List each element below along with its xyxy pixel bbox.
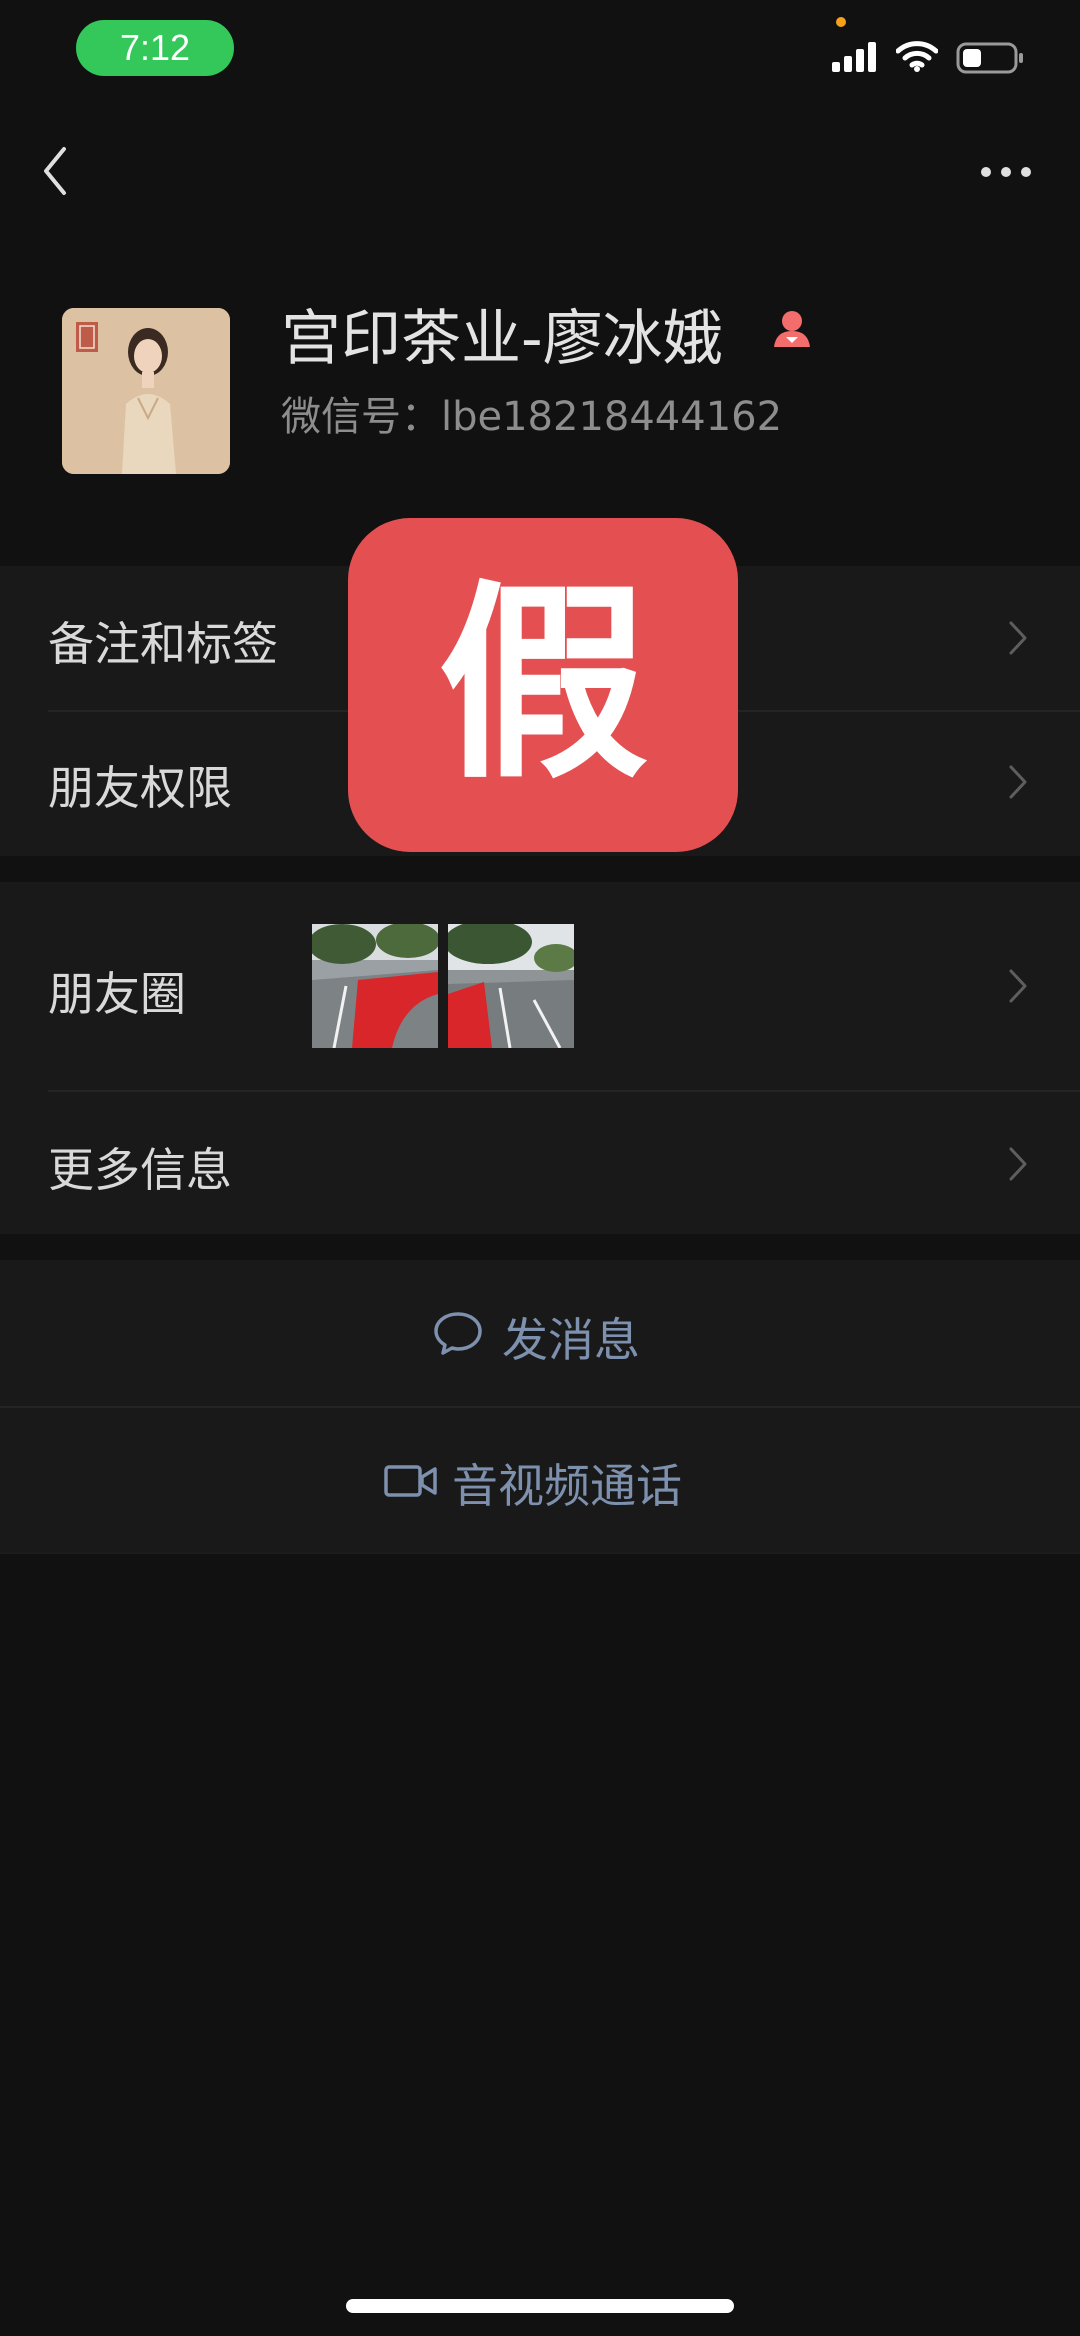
moments-label: 朋友圈 xyxy=(48,967,186,1021)
more-info-label: 更多信息 xyxy=(48,1143,232,1197)
status-bar: 7:12 xyxy=(0,0,1080,100)
video-camera-icon xyxy=(384,1465,437,1497)
status-time[interactable]: 7:12 xyxy=(76,20,234,76)
wifi-icon xyxy=(896,41,938,72)
fake-warning-stamp: 假 xyxy=(348,518,738,852)
moments-photo[interactable] xyxy=(312,924,438,1048)
cellular-signal-icon xyxy=(832,42,876,72)
battery-icon xyxy=(956,42,1023,74)
female-icon xyxy=(774,311,810,347)
moments-photo[interactable] xyxy=(448,924,574,1048)
street-barrier-photo xyxy=(448,924,574,1048)
avatar[interactable] xyxy=(62,308,230,474)
chevron-right-icon xyxy=(1009,621,1027,655)
contact-name: 宫印茶业-廖冰娥 xyxy=(281,304,723,374)
chevron-right-icon xyxy=(1009,1147,1027,1181)
privacy-indicator-dot xyxy=(836,17,846,27)
home-indicator[interactable] xyxy=(346,2299,734,2313)
back-icon[interactable] xyxy=(40,145,70,197)
more-info-row[interactable]: 更多信息 xyxy=(0,1092,1080,1234)
avatar-portrait-image xyxy=(62,308,230,474)
chevron-right-icon xyxy=(1009,969,1027,1003)
friend-permissions-label: 朋友权限 xyxy=(48,761,232,815)
divider xyxy=(0,1552,1080,1554)
street-barrier-photo xyxy=(312,924,438,1048)
send-message-button[interactable]: 发消息 xyxy=(0,1260,1080,1406)
more-options-icon[interactable] xyxy=(980,166,1032,178)
chevron-right-icon xyxy=(1009,765,1027,799)
video-call-label: 音视频通话 xyxy=(452,1459,682,1513)
wechat-id: 微信号：lbe18218444162 xyxy=(281,394,783,440)
remarks-and-tags-label: 备注和标签 xyxy=(48,617,278,671)
video-call-button[interactable]: 音视频通话 xyxy=(0,1408,1080,1554)
chat-bubble-icon xyxy=(434,1312,482,1355)
contact-profile-screen: 7:12 宫印茶业-廖冰娥 微信号：lbe18218444162 备注和标签 朋… xyxy=(0,0,1080,2336)
send-message-label: 发消息 xyxy=(502,1313,640,1367)
